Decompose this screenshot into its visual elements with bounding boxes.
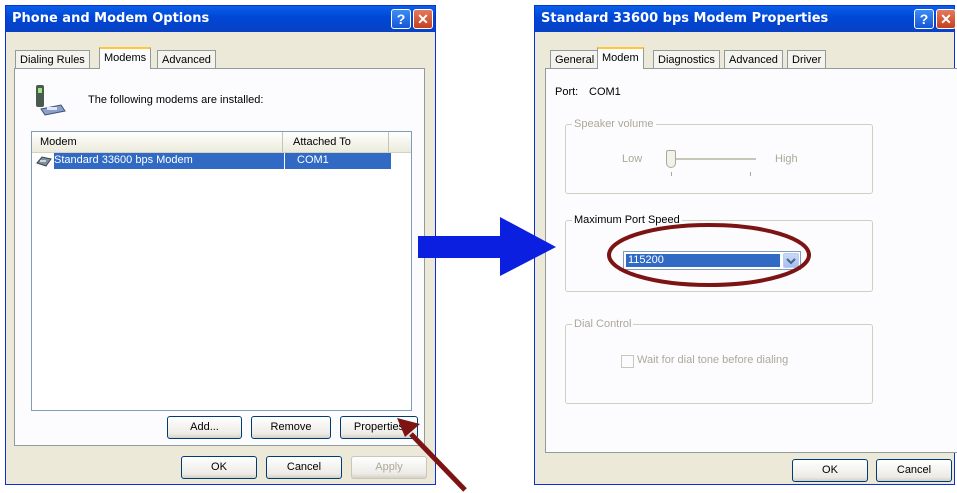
tab-advanced[interactable]: Advanced bbox=[724, 50, 783, 69]
column-header-attached-to[interactable]: Attached To bbox=[283, 132, 389, 152]
column-header-modem[interactable]: Modem bbox=[32, 132, 283, 152]
speaker-volume-group: Speaker volume Low High bbox=[565, 118, 873, 194]
window-title: Phone and Modem Options bbox=[12, 11, 210, 26]
dial-control-group: Dial Control Wait for dial tone before d… bbox=[565, 318, 873, 404]
list-header: Modem Attached To bbox=[32, 132, 411, 153]
installed-modems-label: The following modems are installed: bbox=[88, 94, 264, 106]
title-bar[interactable]: Standard 33600 bps Modem Properties ? ✕ bbox=[535, 6, 956, 32]
apply-button[interactable]: Apply bbox=[351, 456, 427, 479]
phone-modem-options-window: Phone and Modem Options ? ✕ Dialing Rule… bbox=[5, 5, 436, 485]
tab-driver[interactable]: Driver bbox=[787, 50, 827, 69]
modem-phone-icon bbox=[36, 85, 66, 116]
port-speed-select[interactable]: 115200 bbox=[623, 251, 801, 270]
close-button[interactable]: ✕ bbox=[936, 9, 956, 29]
ok-button[interactable]: OK bbox=[181, 456, 257, 479]
title-bar[interactable]: Phone and Modem Options ? ✕ bbox=[6, 6, 435, 32]
window-title: Standard 33600 bps Modem Properties bbox=[541, 11, 829, 26]
cancel-button[interactable]: Cancel bbox=[266, 456, 342, 479]
max-port-speed-group: Maximum Port Speed 115200 bbox=[565, 214, 873, 292]
tab-modem[interactable]: Modem bbox=[597, 47, 644, 69]
modem-properties-window: Standard 33600 bps Modem Properties ? ✕ … bbox=[534, 5, 957, 485]
chevron-down-icon[interactable] bbox=[783, 253, 799, 268]
tab-diagnostics[interactable]: Diagnostics bbox=[653, 50, 720, 69]
speaker-volume-legend: Speaker volume bbox=[572, 118, 656, 130]
modems-tab-panel: The following modems are installed: Mode… bbox=[14, 68, 425, 446]
help-button[interactable]: ? bbox=[914, 9, 934, 29]
modem-tab-panel: Port: COM1 Speaker volume Low High Maxim… bbox=[545, 68, 957, 453]
max-port-speed-legend: Maximum Port Speed bbox=[572, 214, 682, 226]
table-row[interactable]: Standard 33600 bps Modem COM1 bbox=[34, 153, 391, 169]
volume-low-label: Low bbox=[622, 153, 643, 165]
close-button[interactable]: ✕ bbox=[413, 9, 433, 29]
modem-icon bbox=[36, 156, 52, 167]
dial-control-legend: Dial Control bbox=[572, 318, 634, 330]
tab-modems[interactable]: Modems bbox=[99, 47, 152, 69]
cancel-button[interactable]: Cancel bbox=[876, 459, 952, 482]
tab-advanced[interactable]: Advanced bbox=[157, 50, 216, 69]
port-label: Port: bbox=[555, 86, 579, 98]
speaker-volume-slider[interactable] bbox=[666, 147, 756, 177]
properties-button[interactable]: Properties bbox=[340, 416, 418, 439]
port-value: COM1 bbox=[589, 86, 621, 98]
attached-to-cell: COM1 bbox=[297, 154, 329, 166]
port-speed-value: 115200 bbox=[628, 254, 664, 266]
modem-name-cell: Standard 33600 bps Modem bbox=[54, 154, 193, 166]
remove-button[interactable]: Remove bbox=[251, 416, 331, 439]
tab-general[interactable]: General bbox=[550, 50, 600, 69]
add-button[interactable]: Add... bbox=[167, 416, 242, 439]
ok-button[interactable]: OK bbox=[792, 459, 868, 482]
wait-dial-tone-label: Wait for dial tone before dialing bbox=[637, 354, 789, 366]
wait-dial-tone-checkbox[interactable] bbox=[621, 355, 634, 368]
help-button[interactable]: ? bbox=[391, 9, 411, 29]
modem-list[interactable]: Modem Attached To Standard 33600 bps Mod… bbox=[31, 131, 412, 411]
slider-thumb[interactable] bbox=[666, 150, 676, 168]
tab-dialing-rules[interactable]: Dialing Rules bbox=[15, 50, 90, 69]
volume-high-label: High bbox=[775, 153, 798, 165]
